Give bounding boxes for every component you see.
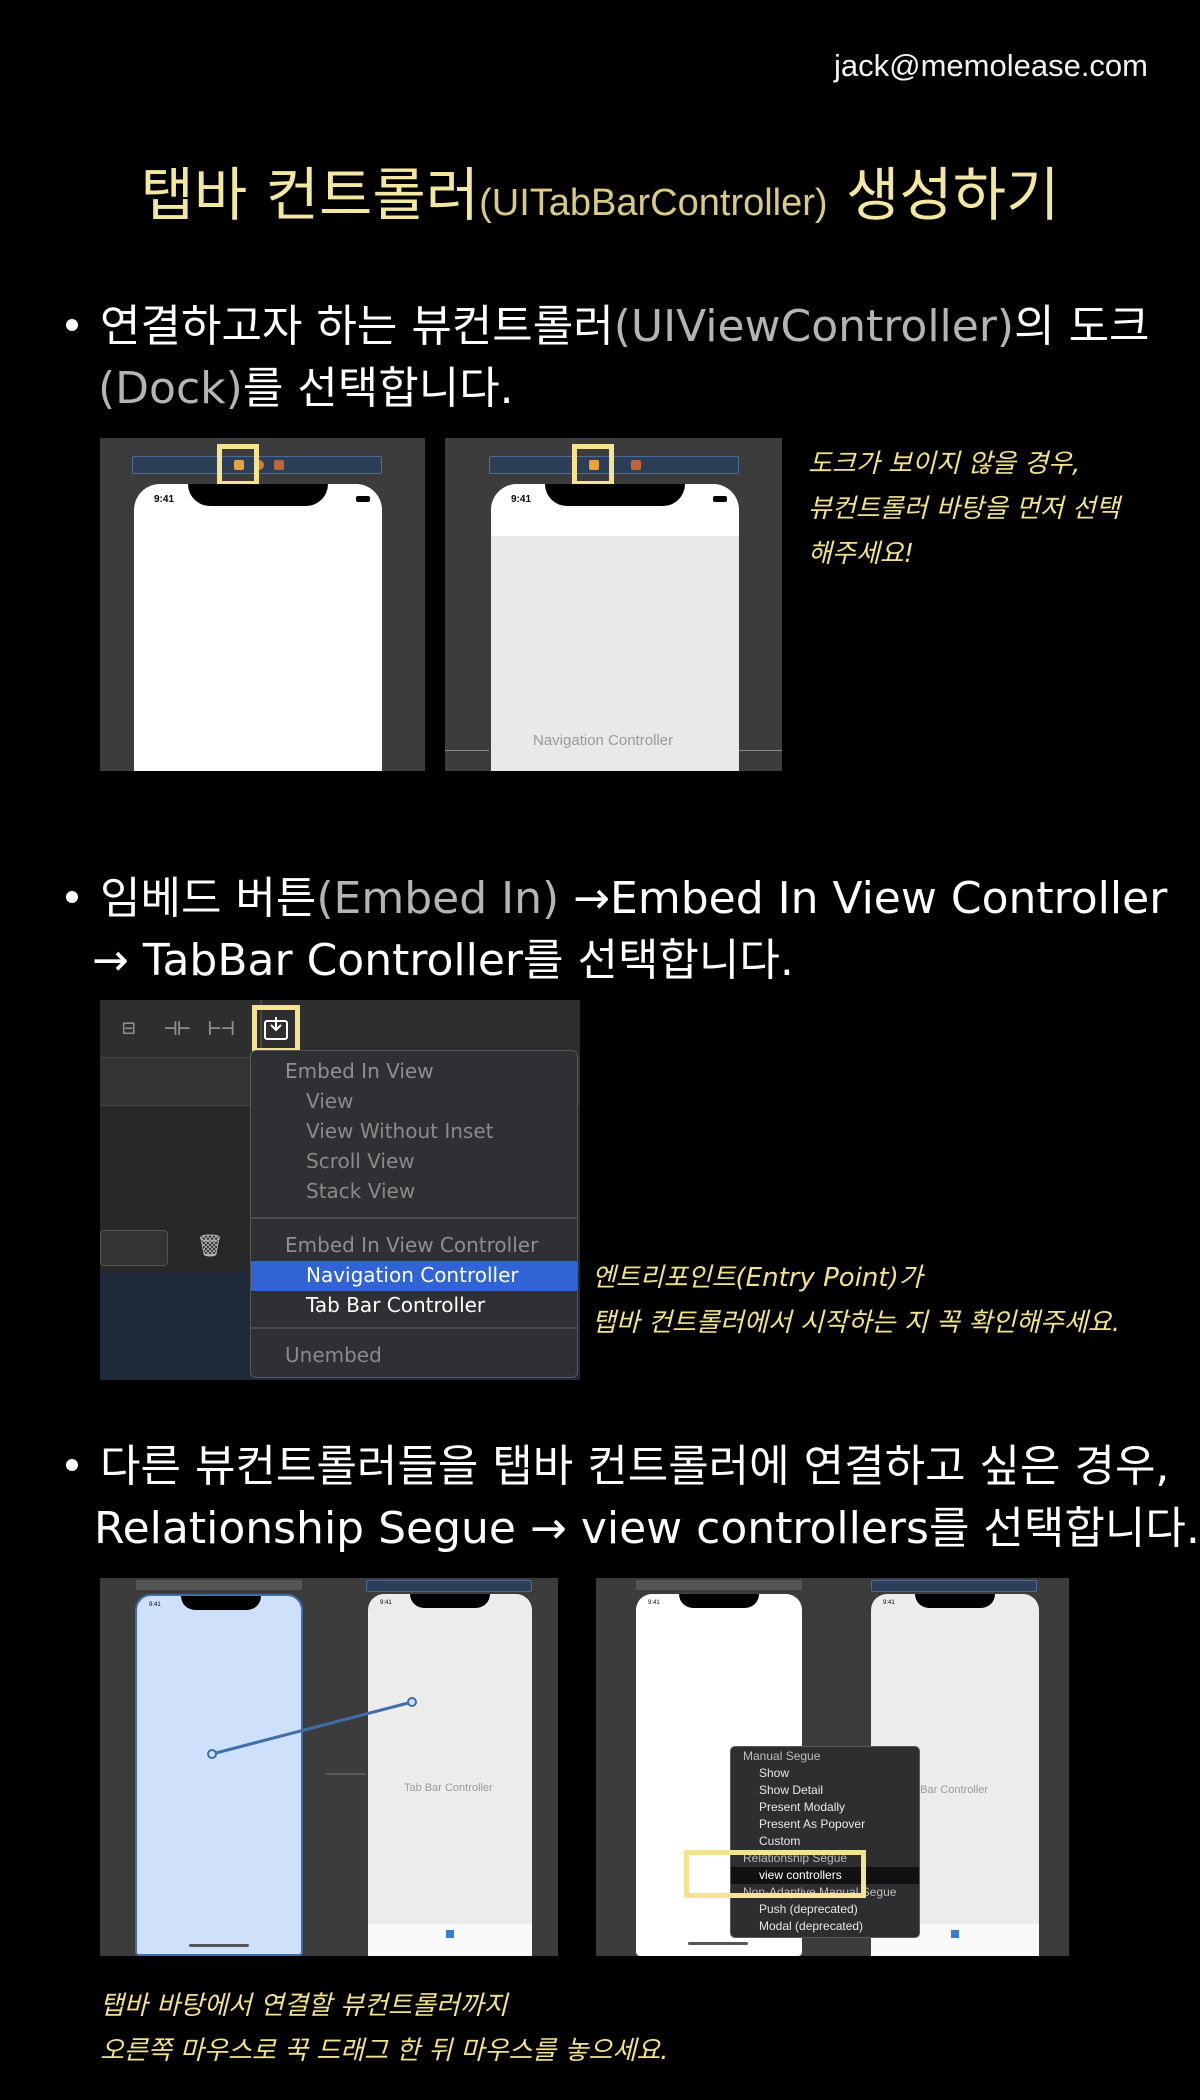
add-constraints-icon[interactable]: ⊣⊢ — [164, 1016, 191, 1041]
step1-text-b: 의 도크 — [1014, 301, 1150, 352]
status-time: 9:41 — [154, 494, 175, 505]
phone-canvas[interactable]: 9:41 Navigation Controller — [491, 484, 739, 771]
note-line: 도크가 보이지 않을 경우, — [808, 449, 1081, 479]
step2-line2: → TabBar Controller를 선택합니다. — [92, 935, 794, 986]
status-time: 9:41 — [648, 1600, 660, 1606]
page-title: 탭바 컨트롤러(UITabBarController) 생성하기 — [0, 148, 1200, 232]
segue-context-menu: Manual Segue Show Show Detail Present Mo… — [730, 1746, 920, 1938]
step1-line1: 연결하고자 하는 뷰컨트롤러(UIViewController)의 도크 — [66, 296, 1150, 358]
dock-bar[interactable] — [489, 456, 739, 474]
screenshot-dock-viewcontroller: 9:41 — [100, 438, 425, 771]
highlight-box — [572, 444, 614, 486]
text-field[interactable] — [100, 1230, 168, 1266]
bullet-dot — [66, 891, 78, 903]
phone-canvas[interactable]: 9:41 — [134, 484, 382, 771]
menu-separator — [251, 1217, 577, 1219]
trash-icon[interactable]: 🗑 — [196, 1234, 224, 1259]
menu-item-view[interactable]: View — [306, 1089, 353, 1113]
title-paren: (UITabBarController) — [479, 182, 828, 224]
step2-note: 엔트리포인트(Entry Point)가 탭바 컨트롤러에서 시작하는 지 꼭 … — [592, 1256, 1120, 1346]
home-indicator — [688, 1942, 748, 1945]
note-line: 탭바 컨트롤러에서 시작하는 지 꼭 확인해주세요. — [592, 1308, 1120, 1338]
step2-text-b: →Embed In View Controller — [559, 873, 1168, 924]
title-main-right: 생성하기 — [846, 161, 1060, 229]
note-line: 엔트리포인트(Entry Point)가 — [592, 1263, 923, 1293]
menu-item-present-as-popover[interactable]: Present As Popover — [759, 1817, 865, 1831]
phone-notch — [915, 1594, 995, 1608]
navigation-controller-label: Navigation Controller — [533, 732, 674, 749]
note-line: 뷰컨트롤러 바탕을 먼저 선택 — [808, 494, 1120, 524]
note-line: 오른쪽 마우스로 꾹 드래그 한 뒤 마우스를 놓으세요. — [100, 2036, 669, 2066]
menu-item-unembed[interactable]: Unembed — [285, 1343, 382, 1367]
phone-notch — [188, 484, 328, 506]
status-time: 9:41 — [511, 494, 532, 505]
note-line: 해주세요! — [808, 539, 915, 569]
phone-notch — [679, 1594, 759, 1608]
step1-note: 도크가 보이지 않을 경우, 뷰컨트롤러 바탕을 먼저 선택 해주세요! — [808, 442, 1120, 577]
screenshot-segue-menu: 9:41 9:41 b Bar Controller Manual Segue … — [596, 1578, 1069, 1956]
menu-item-show[interactable]: Show — [759, 1766, 789, 1780]
menu-item-stack-view[interactable]: Stack View — [306, 1179, 415, 1203]
menu-item-view-without-inset[interactable]: View Without Inset — [306, 1119, 493, 1143]
highlight-box — [217, 444, 259, 486]
screenshot-embed-menu: ⊟ ⊣⊢ ⊢⊣ 🗑 Embed In View View View Withou… — [100, 1000, 580, 1380]
author-email: jack@memolease.com — [833, 48, 1148, 83]
bullet-dot — [66, 319, 78, 331]
screenshot-drag-connect: 9:41 9:41 Tab Bar Controller — [100, 1578, 558, 1956]
highlight-box — [684, 1850, 866, 1898]
battery-icon — [356, 496, 370, 502]
menu-item-tab-bar-controller[interactable]: Tab Bar Controller — [306, 1293, 485, 1317]
menu-group-head: Embed In View — [285, 1059, 434, 1083]
menu-item-scroll-view[interactable]: Scroll View — [306, 1149, 415, 1173]
battery-icon — [713, 496, 727, 502]
segue-line — [739, 750, 782, 751]
tab-bar-controller-label: b Bar Controller — [911, 1784, 989, 1796]
bullet-dot — [66, 1459, 78, 1471]
menu-item-modal[interactable]: Modal (deprecated) — [759, 1919, 863, 1933]
step1-paren-b: (Dock) — [98, 363, 243, 414]
dock-bar — [871, 1580, 1037, 1592]
menu-item-push[interactable]: Push (deprecated) — [759, 1902, 858, 1916]
status-time: 9:41 — [883, 1600, 895, 1606]
menu-separator — [251, 1327, 577, 1329]
entry-arrow — [445, 750, 489, 751]
step3-line1: 다른 뷰컨트롤러들을 탭바 컨트롤러에 연결하고 싶은 경우, — [66, 1436, 1169, 1498]
tab-icon — [951, 1930, 959, 1938]
title-main-left: 탭바 컨트롤러 — [140, 161, 480, 229]
menu-item-present-modally[interactable]: Present Modally — [759, 1800, 845, 1814]
menu-group-head: Manual Segue — [743, 1749, 821, 1763]
embed-in-icon[interactable] — [263, 1015, 289, 1041]
align-icon[interactable]: ⊟ — [122, 1016, 135, 1041]
step3-line2: Relationship Segue → view controllers를 선… — [94, 1503, 1200, 1554]
screenshot-dock-navigationcontroller: 9:41 Navigation Controller — [445, 438, 782, 771]
exit-icon[interactable] — [274, 460, 284, 470]
step1-text-a: 연결하고자 하는 뷰컨트롤러 — [100, 301, 614, 352]
step3-text-a: 다른 뷰컨트롤러들을 탭바 컨트롤러에 연결하고 싶은 경우, — [100, 1441, 1170, 1492]
menu-item-navigation-controller[interactable]: Navigation Controller — [306, 1263, 519, 1287]
step2-text-a: 임베드 버튼 — [100, 873, 317, 924]
menu-item-custom[interactable]: Custom — [759, 1834, 800, 1848]
note-line: 탭바 바탕에서 연결할 뷰컨트롤러까지 — [100, 1991, 508, 2021]
step1-line2: (Dock)를 선택합니다. — [98, 358, 514, 420]
drag-connection-line — [207, 1697, 417, 1775]
menu-item-show-detail[interactable]: Show Detail — [759, 1783, 823, 1797]
exit-icon[interactable] — [631, 460, 641, 470]
phone-notch — [545, 484, 685, 506]
vc-title-bar — [636, 1580, 802, 1590]
resolve-issues-icon[interactable]: ⊢⊣ — [208, 1016, 235, 1041]
step1-paren-a: (UIViewController) — [613, 301, 1015, 352]
step1-text-c: 를 선택합니다. — [242, 363, 514, 414]
step2-line1: 임베드 버튼(Embed In) →Embed In View Controll… — [66, 868, 1167, 930]
menu-group-head: Embed In View Controller — [285, 1233, 539, 1257]
embed-dropdown-menu: Embed In View View View Without Inset Sc… — [250, 1050, 578, 1378]
step3-note: 탭바 바탕에서 연결할 뷰컨트롤러까지 오른쪽 마우스로 꾹 드래그 한 뒤 마… — [100, 1984, 668, 2074]
step2-paren: (Embed In) — [316, 873, 560, 924]
